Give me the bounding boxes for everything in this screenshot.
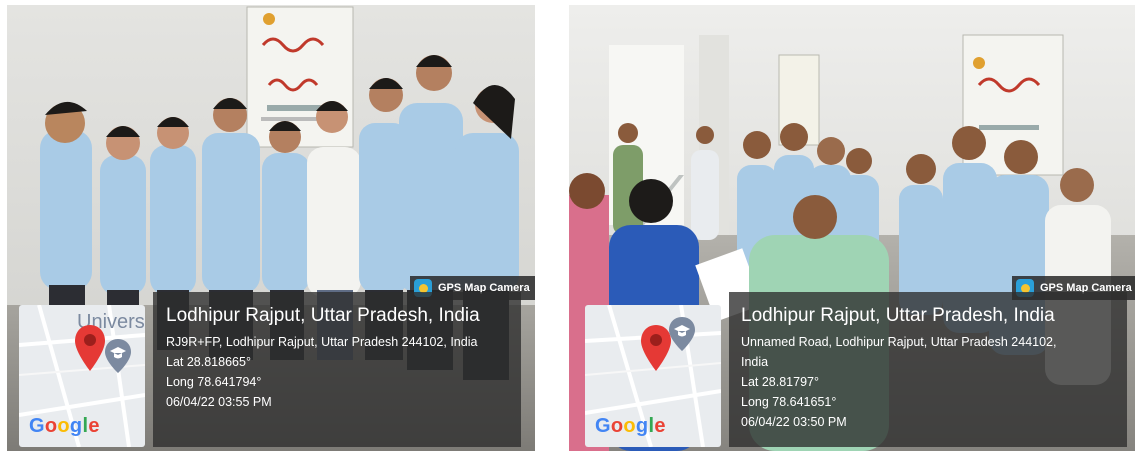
location-info-panel: Lodhipur Rajput, Uttar Pradesh, India Un… <box>729 292 1127 447</box>
location-pin-icon <box>641 325 671 371</box>
location-pin-icon <box>75 325 105 371</box>
address-line: Unnamed Road, Lodhipur Rajput, Uttar Pra… <box>741 335 1057 349</box>
latitude: Lat 28.818665° <box>166 355 251 369</box>
address-line: RJ9R+FP, Lodhipur Rajput, Uttar Pradesh … <box>166 335 478 349</box>
datetime: 06/04/22 03:55 PM <box>166 395 272 409</box>
latitude: Lat 28.81797° <box>741 375 819 389</box>
longitude: Long 78.641794° <box>166 375 262 389</box>
google-logo: Google <box>595 415 666 437</box>
location-title: Lodhipur Rajput, Uttar Pradesh, India <box>741 305 1055 326</box>
address-line-2: India <box>741 355 769 369</box>
longitude: Long 78.641651° <box>741 395 837 409</box>
map-thumbnail: Google <box>585 305 721 447</box>
university-marker-icon <box>669 317 695 351</box>
datetime: 06/04/22 03:50 PM <box>741 415 847 429</box>
map-thumbnail: University Google <box>19 305 145 447</box>
google-logo: Google <box>29 415 100 437</box>
location-title: Lodhipur Rajput, Uttar Pradesh, India <box>166 305 480 326</box>
location-info-panel: Lodhipur Rajput, Uttar Pradesh, India RJ… <box>153 292 521 447</box>
geotagged-photo-right: GPS Map Camera Google Lodhipur Rajput, U… <box>569 5 1135 451</box>
geotagged-photo-left: GPS Map Camera University Google Lodhipu… <box>7 5 535 451</box>
university-marker-icon <box>105 339 131 373</box>
